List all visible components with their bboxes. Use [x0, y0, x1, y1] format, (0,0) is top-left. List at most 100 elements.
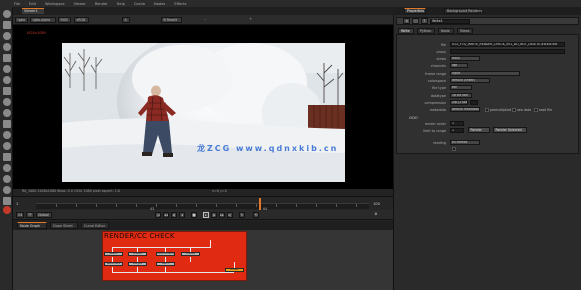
compression-level-field[interactable] [470, 100, 478, 105]
menu-workspace[interactable]: Workspace [45, 2, 65, 6]
limit-range-field[interactable]: 1 [450, 128, 464, 133]
menu-viewer[interactable]: Viewer [74, 2, 86, 6]
float-icon[interactable]: □ [412, 18, 419, 24]
premultiplied-checkbox[interactable] [485, 108, 489, 112]
menu-effects[interactable]: Effects [174, 2, 186, 6]
limit-range-label: limit to range [423, 129, 446, 133]
render-selected-button[interactable]: Render Selected [493, 127, 527, 133]
draw-icon[interactable] [2, 21, 11, 29]
viewer-tab-bar [13, 7, 393, 15]
time-icon[interactable] [2, 32, 11, 40]
views-label: views [436, 57, 446, 61]
color-icon[interactable] [2, 54, 11, 62]
read-file-checkbox[interactable] [534, 108, 538, 112]
raw-data-checkbox[interactable] [512, 108, 516, 112]
first-frame-icon[interactable]: |◂ [155, 212, 161, 218]
menu-edit[interactable]: Edit [29, 2, 36, 6]
settings-icon[interactable]: ⚙ [373, 212, 379, 218]
loop-icon[interactable]: ⟲ [253, 212, 259, 218]
option-checkbox[interactable] [452, 147, 456, 151]
cara-icon[interactable] [2, 197, 11, 205]
minus-icon[interactable]: – [203, 17, 211, 23]
wire [112, 272, 234, 273]
metadata-label: metadata [429, 108, 446, 112]
next-frame-icon[interactable]: |▸ [211, 212, 217, 218]
prev-key-icon[interactable]: ◂◂ [163, 212, 169, 218]
prev-frame-icon[interactable]: ◂| [171, 212, 177, 218]
metadata-icon[interactable] [2, 131, 11, 139]
file-field[interactable]: X:/Z_FTS/_WRITE_RENDER_CHECK_V01_DO_NOT_… [450, 42, 565, 47]
input-b-dropdown[interactable]: B Read5 [161, 17, 182, 23]
menu-file[interactable]: File [14, 2, 20, 6]
node-colorcorrect1[interactable]: ColorCorrect1 [156, 252, 175, 256]
render-button[interactable]: Render [468, 127, 490, 133]
toolsets-icon[interactable] [2, 164, 11, 172]
views-icon[interactable] [2, 120, 11, 128]
tab-node-graph[interactable]: Node Graph [17, 222, 47, 229]
timeline-end-frame[interactable]: 100 [373, 202, 380, 206]
furnace-icon[interactable] [2, 186, 11, 194]
node-blur1[interactable]: Blur1 [156, 262, 175, 266]
compression-dropdown[interactable]: Zip (1 scanline) [450, 100, 468, 105]
input-a-dropdown[interactable]: A [122, 17, 130, 23]
last-frame-icon[interactable]: ▸| [227, 212, 233, 218]
colorspace-prop-dropdown[interactable]: default (linear) [450, 78, 490, 83]
fps-field[interactable]: 24 [16, 212, 24, 218]
particles-icon[interactable] [2, 142, 11, 150]
tab-properties[interactable]: Properties [404, 8, 426, 14]
filter-icon[interactable] [2, 65, 11, 73]
tab-viewer[interactable]: Viewer1 [22, 8, 44, 14]
viewer-toolbar: rgba rgba.alpha RGB sRGB A B Read5 – + [13, 15, 393, 25]
help-icon[interactable]: ? [421, 18, 428, 24]
play-forward-icon[interactable]: ▸ [203, 212, 209, 218]
channel-icon[interactable] [2, 43, 11, 51]
3d-icon[interactable] [2, 109, 11, 117]
render-order-field[interactable]: 1 [450, 121, 464, 126]
menu-render[interactable]: Render [95, 2, 108, 6]
channels-dropdown[interactable]: rgba [15, 17, 28, 23]
next-key-icon[interactable]: ▸▸ [219, 212, 225, 218]
channels-prop-dropdown[interactable]: rgb [450, 63, 468, 68]
keyer-icon[interactable] [2, 76, 11, 84]
frame-range-dropdown[interactable]: input [450, 71, 520, 76]
node-write1[interactable]: Write1 [225, 268, 244, 272]
reading-dropdown[interactable]: all frames [450, 140, 480, 145]
node-grade2[interactable]: Grade2 [181, 252, 200, 256]
wire [112, 247, 210, 248]
tab-dope-sheet[interactable]: Dope Sheet [50, 222, 78, 229]
menu-help[interactable]: Help [117, 2, 125, 6]
proxy-field[interactable] [450, 49, 565, 54]
other-icon[interactable] [2, 175, 11, 183]
node-reformat1[interactable]: Reformat1 [104, 262, 123, 266]
merge-icon[interactable] [2, 87, 11, 95]
gain-dropdown[interactable]: RGB [58, 17, 71, 23]
record-icon[interactable] [2, 206, 11, 214]
node-name-field[interactable]: Write1 [430, 19, 470, 24]
alpha-dropdown[interactable]: rgba.alpha [30, 17, 56, 23]
stop-icon[interactable]: ■ [191, 212, 197, 218]
tab-curve-editor[interactable]: Curve Editor [81, 222, 109, 229]
colorspace-dropdown[interactable]: sRGB [74, 17, 89, 23]
timeline-start-frame[interactable]: 1 [16, 202, 18, 206]
file-type-dropdown[interactable]: exr [450, 85, 472, 90]
deep-icon[interactable] [2, 153, 11, 161]
node-read1[interactable]: Read1 [104, 252, 123, 256]
views-dropdown[interactable]: main [450, 56, 480, 61]
datatype-dropdown[interactable]: 16 bit half [450, 93, 472, 98]
transform-icon[interactable] [2, 98, 11, 106]
image-icon[interactable] [2, 10, 11, 18]
metadata-dropdown[interactable]: default metadata [450, 107, 480, 112]
node-grade1[interactable]: Grade1 [128, 252, 147, 256]
close-icon[interactable]: × [403, 18, 410, 24]
skip-icon[interactable]: ↻ [239, 212, 245, 218]
timeline-ruler[interactable] [36, 203, 369, 209]
play-backward-icon[interactable]: ◂ [179, 212, 185, 218]
range-dropdown[interactable]: Global [36, 212, 52, 218]
menu-nodes[interactable]: Nodes [154, 2, 165, 6]
datatype-label: datatype [430, 94, 446, 98]
tf-dropdown[interactable]: TF [26, 212, 34, 218]
node-merge1[interactable]: Merge1 [128, 262, 147, 266]
tab-background-renders[interactable]: Background Renders [444, 8, 482, 14]
menu-cache[interactable]: Cache [134, 2, 145, 6]
plus-icon[interactable]: + [248, 17, 256, 23]
